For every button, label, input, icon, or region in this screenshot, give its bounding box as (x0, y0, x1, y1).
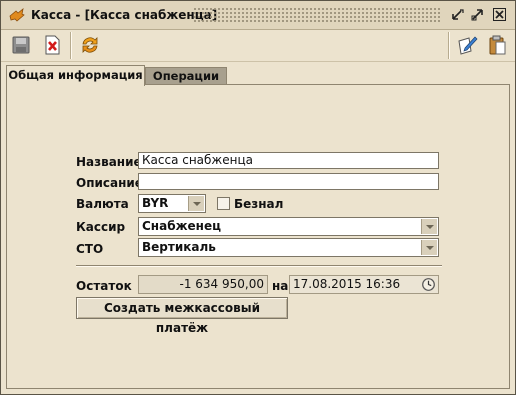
balance-value: -1 634 950,00 (138, 275, 268, 294)
tab-operations[interactable]: Операции (145, 67, 227, 85)
toolbar-separator (70, 32, 72, 59)
cashless-checkbox[interactable] (217, 197, 230, 210)
cashier-select[interactable]: Снабженец (138, 217, 439, 236)
currency-value: BYR (142, 196, 169, 210)
name-field[interactable]: Касса снабженца (138, 152, 439, 169)
balance-date-field[interactable]: 17.08.2015 16:36 (289, 275, 439, 294)
toolbar-separator (448, 32, 450, 59)
sto-label: СТО (76, 242, 104, 256)
cashless-label: Безнал (234, 197, 284, 211)
tab-label: Общая информация (8, 68, 143, 82)
toolbar (1, 30, 515, 62)
refresh-icon[interactable] (79, 34, 101, 56)
maximize-icon[interactable] (470, 7, 485, 22)
chevron-down-icon[interactable] (421, 240, 437, 255)
minimize-icon[interactable] (450, 7, 465, 22)
clock-icon[interactable] (421, 277, 436, 292)
cashier-value: Снабженец (142, 219, 221, 233)
create-transfer-button[interactable]: Создать межкассовый платёж (76, 297, 288, 335)
tab-label: Операции (152, 69, 220, 83)
chevron-down-icon[interactable] (188, 196, 204, 211)
delete-icon[interactable] (41, 34, 63, 56)
cashier-label: Кассир (76, 220, 126, 234)
save-icon[interactable] (10, 34, 32, 56)
currency-select[interactable]: BYR (138, 194, 206, 213)
title-bar[interactable]: Касса - [Касса снабженца] (1, 1, 515, 30)
window-title: Касса - [Касса снабженца] (31, 8, 218, 22)
on-date-label: на (272, 279, 289, 293)
clipboard-icon[interactable] (486, 34, 508, 56)
currency-label: Валюта (76, 197, 129, 211)
edit-note-icon[interactable] (456, 34, 478, 56)
sto-select[interactable]: Вертикаль (138, 238, 439, 257)
divider (76, 265, 442, 267)
name-label: Название (76, 155, 142, 169)
tab-general-info[interactable]: Общая информация (6, 65, 145, 86)
description-label: Описание (76, 176, 143, 190)
window: Касса - [Касса снабженца] Общая информац… (0, 0, 516, 395)
description-field[interactable] (138, 173, 439, 190)
chevron-down-icon[interactable] (421, 219, 437, 234)
sto-value: Вертикаль (142, 240, 216, 254)
balance-label: Остаток (76, 279, 132, 293)
close-icon[interactable] (492, 7, 507, 22)
app-icon (9, 8, 25, 22)
balance-date-value: 17.08.2015 16:36 (293, 277, 401, 291)
general-info-panel: Название Касса снабженца Описание Валюта… (6, 84, 510, 389)
title-bar-grip (193, 7, 441, 23)
